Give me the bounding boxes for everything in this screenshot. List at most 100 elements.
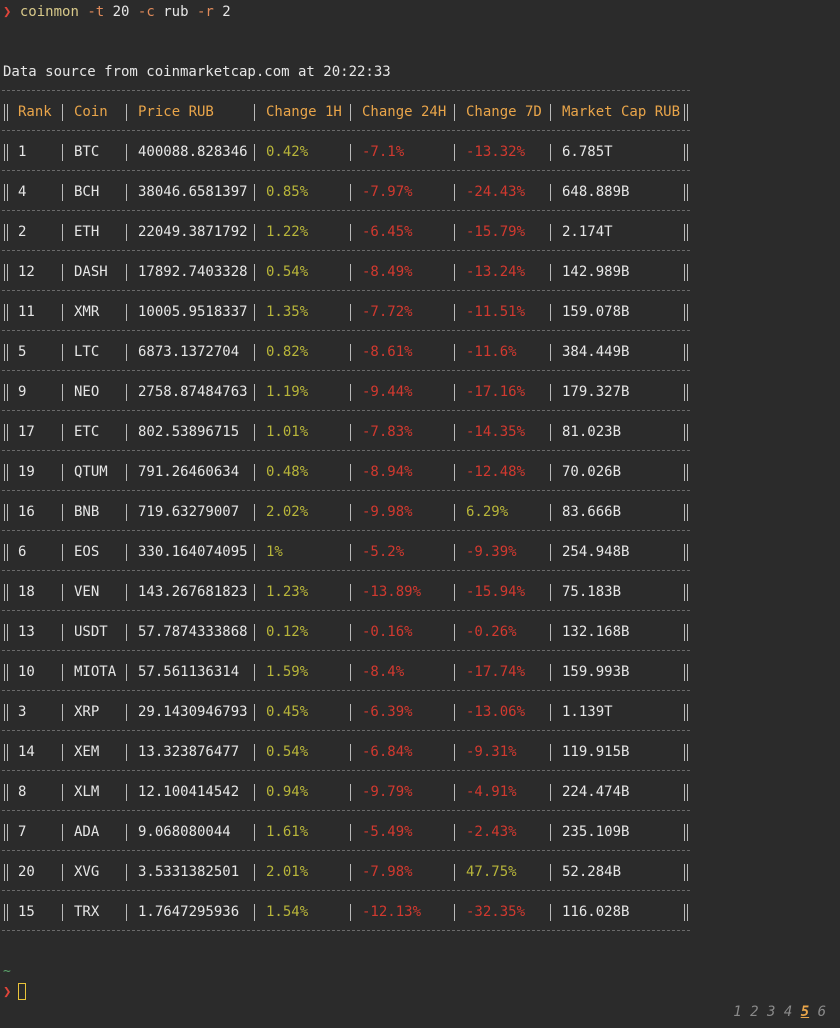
table-separator: [2, 290, 690, 291]
cell-change-1h: 1.61%: [266, 824, 309, 840]
column-divider: [454, 104, 455, 121]
cell-rank: 20: [18, 864, 35, 880]
table-border-left: [4, 304, 8, 321]
terminal-cursor[interactable]: [18, 983, 26, 1000]
cell-change-1h: 1.22%: [266, 224, 309, 240]
cell-rank: 15: [18, 904, 35, 920]
column-divider: [550, 424, 551, 441]
column-divider: [254, 304, 255, 321]
workspace-1[interactable]: 1: [733, 1004, 741, 1020]
column-divider: [62, 304, 63, 321]
column-divider: [550, 664, 551, 681]
column-divider: [550, 864, 551, 881]
cell-market-cap: 81.023B: [562, 424, 622, 440]
column-divider: [254, 864, 255, 881]
cwd-tilde: ~: [3, 964, 11, 979]
cell-market-cap: 132.168B: [562, 624, 630, 640]
cell-change-24h: -8.49%: [362, 264, 413, 280]
column-divider: [126, 784, 127, 801]
table-separator: [2, 250, 690, 251]
workspace-6[interactable]: 6: [818, 1004, 826, 1020]
table-border-right: [684, 904, 688, 921]
cell-price: 143.267681823: [138, 584, 248, 600]
column-divider: [62, 704, 63, 721]
column-divider: [350, 224, 351, 241]
column-divider: [350, 624, 351, 641]
table-separator: [2, 370, 690, 371]
table-border-right: [684, 664, 688, 681]
column-divider: [454, 424, 455, 441]
column-divider: [62, 584, 63, 601]
table-separator: [2, 890, 690, 891]
column-divider: [550, 624, 551, 641]
command-arg-top: 20: [112, 4, 130, 20]
column-divider: [126, 704, 127, 721]
column-divider: [454, 344, 455, 361]
table-border-right: [684, 184, 688, 201]
cell-change-7d: -17.74%: [466, 664, 526, 680]
cell-price: 13.323876477: [138, 744, 240, 760]
table-row: 3 XRP 29.1430946793 0.45% -6.39% -13.06% 1.139…: [2, 702, 690, 722]
column-divider: [350, 664, 351, 681]
header-change-24h: Change 24H: [362, 104, 447, 120]
column-divider: [254, 784, 255, 801]
cell-price: 57.7874333868: [138, 624, 248, 640]
table-separator: [2, 770, 690, 771]
cell-change-24h: -9.98%: [362, 504, 413, 520]
cell-rank: 17: [18, 424, 35, 440]
table-border-left: [4, 864, 8, 881]
workspace-3[interactable]: 3: [767, 1004, 775, 1020]
workspace-5[interactable]: 5: [801, 1004, 809, 1020]
column-divider: [62, 464, 63, 481]
table-separator: [2, 930, 690, 931]
workspace-2[interactable]: 2: [750, 1004, 758, 1020]
cell-price: 29.1430946793: [138, 704, 248, 720]
cell-price: 1.7647295936: [138, 904, 240, 920]
column-divider: [254, 544, 255, 561]
cell-price: 57.561136314: [138, 664, 240, 680]
cell-change-1h: 0.48%: [266, 464, 309, 480]
table-border-right: [684, 704, 688, 721]
column-divider: [62, 664, 63, 681]
column-divider: [126, 544, 127, 561]
column-divider: [454, 504, 455, 521]
column-divider: [254, 904, 255, 921]
workspace-4[interactable]: 4: [784, 1004, 792, 1020]
column-divider: [62, 824, 63, 841]
column-divider: [254, 224, 255, 241]
cell-rank: 4: [18, 184, 27, 200]
cell-rank: 5: [18, 344, 27, 360]
cell-change-7d: -17.16%: [466, 384, 526, 400]
cell-change-24h: -8.94%: [362, 464, 413, 480]
column-divider: [454, 664, 455, 681]
column-divider: [254, 104, 255, 121]
table-border-right: [684, 584, 688, 601]
column-divider: [254, 744, 255, 761]
cell-rank: 6: [18, 544, 27, 560]
cell-change-7d: -24.43%: [466, 184, 526, 200]
cell-rank: 9: [18, 384, 27, 400]
table-border-left: [4, 344, 8, 361]
cell-change-24h: -13.89%: [362, 584, 422, 600]
cell-coin: ADA: [74, 824, 100, 840]
cell-coin: USDT: [74, 624, 108, 640]
cell-change-24h: -7.97%: [362, 184, 413, 200]
column-divider: [550, 824, 551, 841]
prompt-arrow-icon: ❯: [3, 984, 12, 1000]
column-divider: [62, 104, 63, 121]
column-divider: [254, 184, 255, 201]
column-divider: [454, 624, 455, 641]
column-divider: [550, 144, 551, 161]
table-separator: [2, 410, 690, 411]
column-divider: [126, 824, 127, 841]
column-divider: [126, 464, 127, 481]
cell-change-1h: 0.45%: [266, 704, 309, 720]
cell-change-24h: -7.83%: [362, 424, 413, 440]
column-divider: [454, 464, 455, 481]
column-divider: [350, 584, 351, 601]
table-border-left: [4, 904, 8, 921]
cell-coin: BCH: [74, 184, 100, 200]
column-divider: [350, 384, 351, 401]
cell-change-24h: -9.79%: [362, 784, 413, 800]
cell-price: 2758.87484763: [138, 384, 248, 400]
